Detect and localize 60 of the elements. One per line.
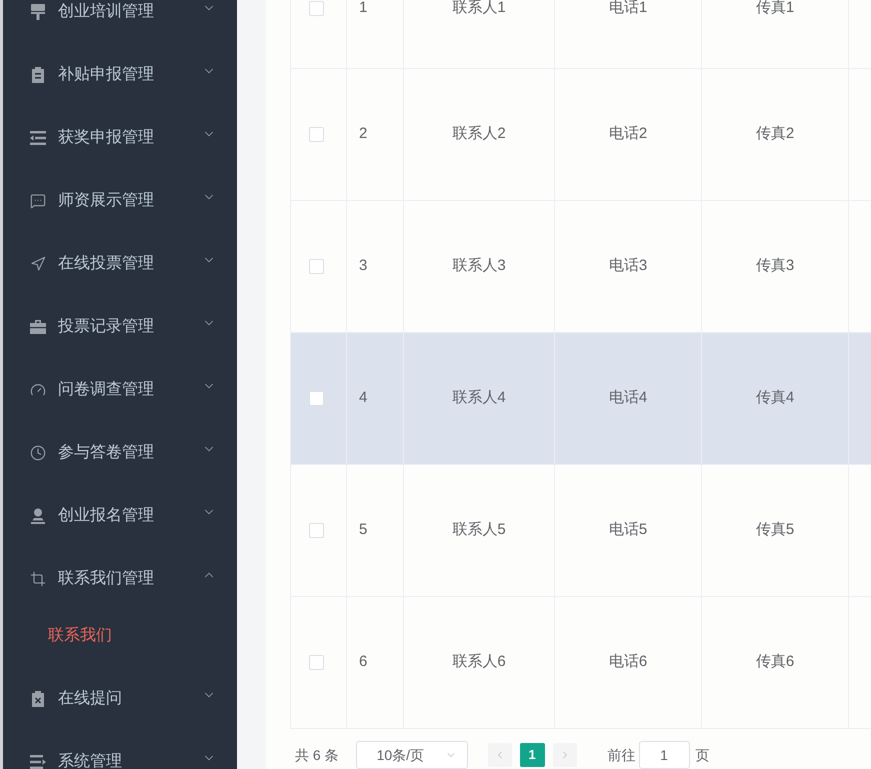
menu-item[interactable]: 投票记录管理 [3,295,237,358]
row-checkbox[interactable] [309,523,324,538]
list-icon [30,754,46,769]
goto-suffix: 页 [696,746,710,764]
menu-item[interactable]: 补贴申报管理 [3,43,237,106]
table-cell: 传真5 [702,465,849,596]
list-icon [30,130,46,146]
goto-page-field[interactable]: 1 [638,741,690,769]
menu-item[interactable]: 在线投票管理 [3,232,237,295]
table-cell: 电话6 [555,597,702,728]
table-cell: 4 [347,333,404,464]
table-cell: 联系人2 [404,69,555,200]
clipboard-icon [30,66,46,82]
table-cell: 5 [347,465,404,596]
menu-item[interactable]: 师资展示管理 [3,169,237,232]
table-cell: 联系人1 [404,0,555,68]
table-cell: 电话1 [555,0,702,68]
total-count: 共 6 条 [295,746,339,764]
menu-item[interactable]: 获奖申报管理 [3,106,237,169]
menu-item[interactable]: 系统管理 [3,730,237,769]
table-cell: 传真6 [702,597,849,728]
table-cell: 传真1 [702,0,849,68]
table-cell: 联系人6 [404,597,555,728]
table-cell: 6 [347,597,404,728]
clock-icon [30,444,46,460]
table-cell: 联系人5 [404,465,555,596]
stamp-icon [30,508,46,524]
menu-item[interactable]: 在线提问 [3,667,237,730]
clipboard-x-icon [30,690,46,706]
table-cell: 1 [347,0,404,68]
row-checkbox[interactable] [309,391,324,406]
row-checkbox[interactable] [309,1,324,16]
row-checkbox[interactable] [309,127,324,142]
table-cell: 3 [347,201,404,332]
table-cell: 联系人4 [404,333,555,464]
table-cell: 电话5 [555,465,702,596]
row-checkbox[interactable] [309,259,324,274]
menu-item[interactable]: 问卷调查管理 [3,358,237,421]
table-cell: 电话4 [555,333,702,464]
menu-item[interactable]: 联系我们管理 [3,547,237,610]
menu-item[interactable]: 创业培训管理 [3,0,237,43]
table-cell: 电话2 [555,69,702,200]
menu-item[interactable]: 参与答卷管理 [3,421,237,484]
crop-icon [30,570,46,586]
gauge-icon [30,382,46,398]
menu-item[interactable]: 创业报名管理 [3,484,237,547]
navigation-arrow-icon [30,256,46,272]
submenu-item[interactable]: 联系我们 [3,610,237,667]
table-cell: 传真4 [702,333,849,464]
brush-icon [30,4,46,20]
chat-bubble-icon [30,192,46,208]
goto-label: 前往 [608,746,636,764]
briefcase-icon [30,318,46,334]
row-checkbox[interactable] [309,655,324,670]
page-size-select[interactable]: 10条/页 [356,741,468,769]
table-cell: 传真2 [702,69,849,200]
table-cell: 联系人3 [404,201,555,332]
table-cell: 电话3 [555,201,702,332]
table-cell: 传真3 [702,201,849,332]
table-cell: 2 [347,69,404,200]
